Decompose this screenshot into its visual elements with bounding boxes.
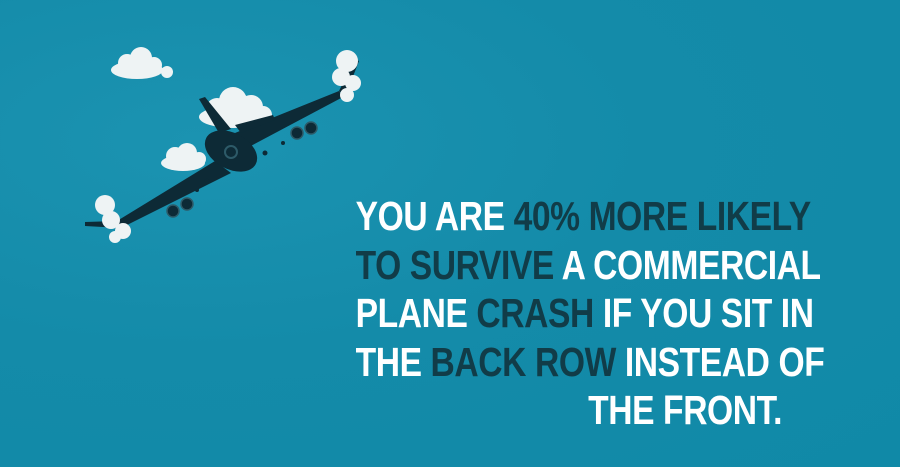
highlight-text: BACK ROW	[430, 338, 617, 385]
fact-line: PLANE CRASH IF YOU SIT IN	[355, 289, 814, 338]
cloud-icon	[161, 143, 206, 171]
highlight-text: TO SURVIVE	[355, 241, 555, 288]
fact-text-segment: THE FRONT.	[588, 387, 782, 433]
fact-text-segment: PLANE	[355, 290, 477, 336]
fact-text-segment: IF YOU SIT IN	[593, 290, 814, 336]
highlight-text: 40% MORE LIKELY	[513, 193, 812, 239]
fact-text-segment: A COMMERCIAL	[553, 241, 821, 288]
fact-text-segment: THE	[355, 338, 431, 385]
fact-line: YOU ARE 40% MORE LIKELY	[355, 192, 812, 241]
cloud-icon	[111, 47, 173, 79]
fact-line: THE BACK ROW INSTEAD OF	[355, 338, 825, 387]
fact-text-segment: YOU ARE	[355, 193, 514, 239]
fact-line: TO SURVIVE A COMMERCIAL	[355, 241, 821, 290]
highlight-text: CRASH	[476, 290, 594, 336]
fact-text-segment: INSTEAD OF	[615, 338, 825, 385]
fact-line: THE FRONT.	[356, 386, 782, 435]
fact-text: YOU ARE 40% MORE LIKELY TO SURVIVE A COMM…	[355, 192, 825, 435]
